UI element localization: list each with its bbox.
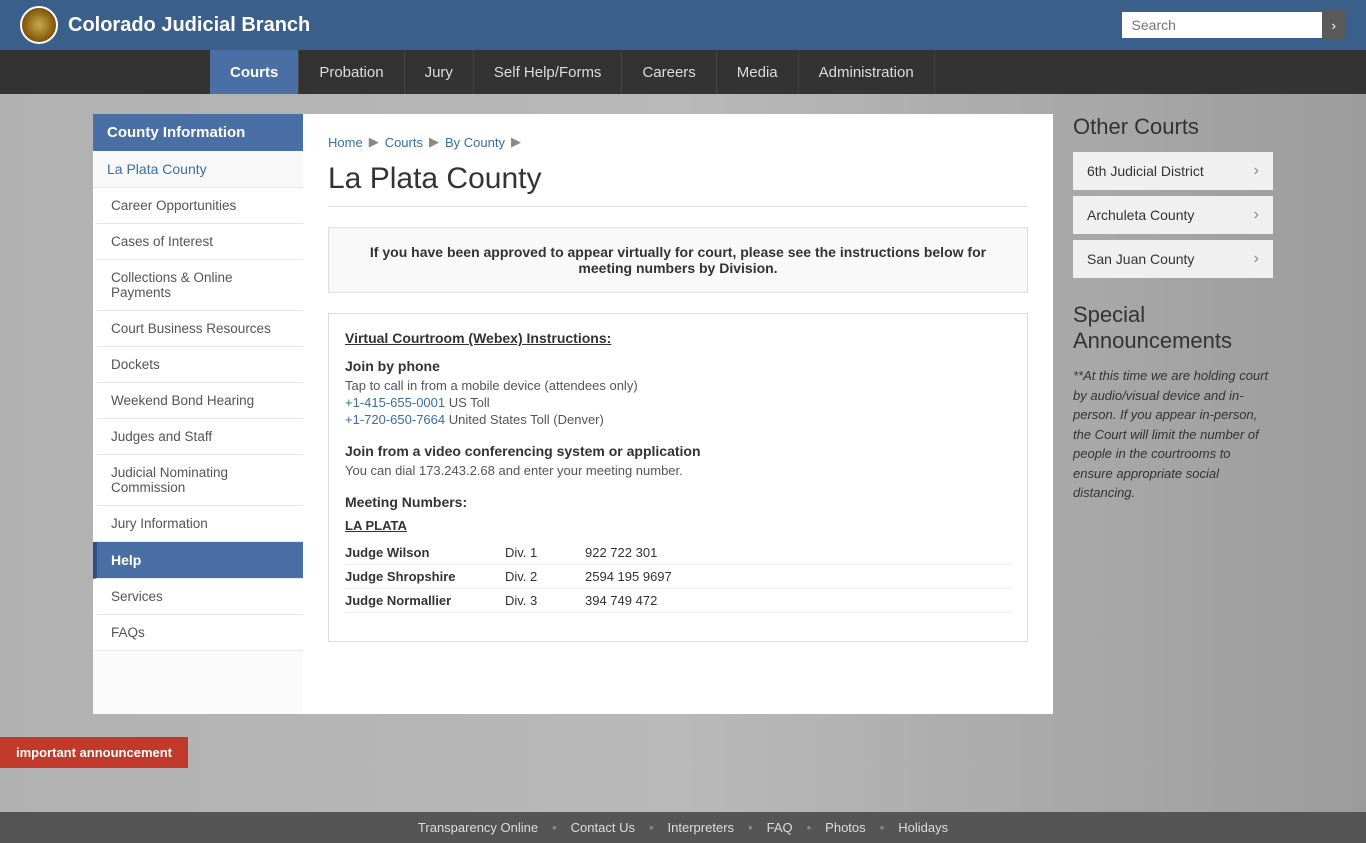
- sidebar-item-help[interactable]: Help: [93, 542, 303, 579]
- logo-icon: [20, 6, 58, 44]
- sidebar-item-cases-of-interest[interactable]: Cases of Interest: [93, 224, 303, 260]
- footer-separator: •: [552, 820, 557, 835]
- join-video-text: You can dial 173.243.2.68 and enter your…: [345, 463, 1011, 478]
- sidebar-title: County Information: [93, 114, 303, 151]
- la-plata-label: LA PLATA: [345, 518, 1011, 533]
- sidebar-item-collections---online-payments[interactable]: Collections & Online Payments: [93, 260, 303, 311]
- phone2-link[interactable]: +1-720-650-7664: [345, 412, 445, 427]
- breadcrumb: Home ▶ Courts ▶ By County ▶: [328, 134, 1028, 150]
- footer-separator: •: [807, 820, 812, 835]
- other-courts: Other Courts 6th Judicial District› Archu…: [1073, 114, 1273, 278]
- judge-row: Judge NormallierDiv. 3394 749 472: [345, 589, 1011, 613]
- breadcrumb-by-county[interactable]: By County: [445, 135, 505, 150]
- breadcrumb-sep3: ▶: [511, 134, 521, 150]
- sidebar-item-career-opportunities[interactable]: Career Opportunities: [93, 188, 303, 224]
- search-button[interactable]: ›: [1322, 10, 1346, 40]
- breadcrumb-home[interactable]: Home: [328, 135, 363, 150]
- breadcrumb-sep2: ▶: [429, 134, 439, 150]
- court-link-archuleta-county[interactable]: Archuleta County›: [1073, 196, 1273, 234]
- footer-link-photos[interactable]: Photos: [825, 820, 865, 835]
- sidebar-item-court-business-resources[interactable]: Court Business Resources: [93, 311, 303, 347]
- sidebar-item-judges-and-staff[interactable]: Judges and Staff: [93, 419, 303, 455]
- chevron-icon: ›: [1254, 250, 1259, 268]
- nav-item-media[interactable]: Media: [717, 50, 799, 94]
- footer-link-transparency-online[interactable]: Transparency Online: [418, 820, 538, 835]
- meeting-numbers: Meeting Numbers: LA PLATA Judge WilsonDi…: [345, 494, 1011, 613]
- important-announcement-bar[interactable]: important announcement: [0, 737, 188, 768]
- main-content: Home ▶ Courts ▶ By County ▶ La Plata Cou…: [303, 114, 1053, 714]
- nav-item-careers[interactable]: Careers: [622, 50, 716, 94]
- right-sidebar: Other Courts 6th Judicial District› Archu…: [1053, 114, 1273, 714]
- chevron-icon: ›: [1254, 206, 1259, 224]
- virtual-instructions: Virtual Courtroom (Webex) Instructions: …: [328, 313, 1028, 642]
- join-video-heading: Join from a video conferencing system or…: [345, 443, 1011, 459]
- virtual-notice: If you have been approved to appear virt…: [328, 227, 1028, 293]
- site-title: Colorado Judicial Branch: [68, 14, 310, 37]
- nav-item-administration[interactable]: Administration: [799, 50, 935, 94]
- judges-list: Judge WilsonDiv. 1922 722 301Judge Shrop…: [345, 541, 1011, 613]
- footer-link-holidays[interactable]: Holidays: [898, 820, 948, 835]
- court-link-san-juan-county[interactable]: San Juan County›: [1073, 240, 1273, 278]
- logo-area: Colorado Judicial Branch: [20, 6, 310, 44]
- sidebar-item-judicial-nominating-commission[interactable]: Judicial Nominating Commission: [93, 455, 303, 506]
- content-wrapper: County Information La Plata CountyCareer…: [93, 94, 1273, 734]
- page-title: La Plata County: [328, 162, 1028, 207]
- nav-item-jury[interactable]: Jury: [405, 50, 474, 94]
- sidebar-items: La Plata CountyCareer OpportunitiesCases…: [93, 151, 303, 651]
- meeting-heading: Meeting Numbers:: [345, 494, 1011, 510]
- footer-separator: •: [649, 820, 654, 835]
- announcement-text: **At this time we are holding court by a…: [1073, 366, 1273, 503]
- sidebar-item-la-plata-county[interactable]: La Plata County: [93, 151, 303, 188]
- top-bar: Colorado Judicial Branch ›: [0, 0, 1366, 50]
- join-phone-text: Tap to call in from a mobile device (att…: [345, 378, 1011, 393]
- sidebar-item-dockets[interactable]: Dockets: [93, 347, 303, 383]
- join-phone-heading: Join by phone: [345, 358, 1011, 374]
- join-phone-section: Join by phone Tap to call in from a mobi…: [345, 358, 1011, 427]
- special-announcements: Special Announcements **At this time we …: [1073, 302, 1273, 503]
- nav-item-self-help-forms[interactable]: Self Help/Forms: [474, 50, 623, 94]
- sidebar-item-faqs[interactable]: FAQs: [93, 615, 303, 651]
- instructions-heading: Virtual Courtroom (Webex) Instructions:: [345, 330, 1011, 346]
- search-input[interactable]: [1122, 12, 1322, 38]
- other-courts-heading: Other Courts: [1073, 114, 1273, 140]
- footer-link-interpreters[interactable]: Interpreters: [668, 820, 734, 835]
- phone2-label: United States Toll (Denver): [449, 412, 604, 427]
- court-link-6th-judicial-district[interactable]: 6th Judicial District›: [1073, 152, 1273, 190]
- footer: Transparency Online • Contact Us • Interpret…: [0, 812, 1366, 843]
- courts-list: 6th Judicial District› Archuleta County› S…: [1073, 152, 1273, 278]
- footer-separator: •: [748, 820, 753, 835]
- main-nav: CourtsProbationJurySelf Help/FormsCareer…: [0, 50, 1366, 94]
- sidebar-item-jury-information[interactable]: Jury Information: [93, 506, 303, 542]
- judge-row: Judge ShropshireDiv. 22594 195 9697: [345, 565, 1011, 589]
- sidebar-item-services[interactable]: Services: [93, 579, 303, 615]
- search-area: ›: [1122, 10, 1346, 40]
- breadcrumb-courts[interactable]: Courts: [385, 135, 423, 150]
- nav-item-courts[interactable]: Courts: [210, 50, 299, 94]
- nav-item-probation[interactable]: Probation: [299, 50, 404, 94]
- breadcrumb-sep1: ▶: [369, 134, 379, 150]
- announcements-heading: Special Announcements: [1073, 302, 1273, 354]
- sidebar-item-weekend-bond-hearing[interactable]: Weekend Bond Hearing: [93, 383, 303, 419]
- footer-separator: •: [880, 820, 885, 835]
- phone1-label: US Toll: [449, 395, 490, 410]
- phone1-link[interactable]: +1-415-655-0001: [345, 395, 445, 410]
- bg-area: County Information La Plata CountyCareer…: [0, 94, 1366, 812]
- join-video-section: Join from a video conferencing system or…: [345, 443, 1011, 478]
- sidebar: County Information La Plata CountyCareer…: [93, 114, 303, 714]
- footer-link-faq[interactable]: FAQ: [767, 820, 793, 835]
- footer-link-contact-us[interactable]: Contact Us: [571, 820, 635, 835]
- chevron-icon: ›: [1254, 162, 1259, 180]
- judge-row: Judge WilsonDiv. 1922 722 301: [345, 541, 1011, 565]
